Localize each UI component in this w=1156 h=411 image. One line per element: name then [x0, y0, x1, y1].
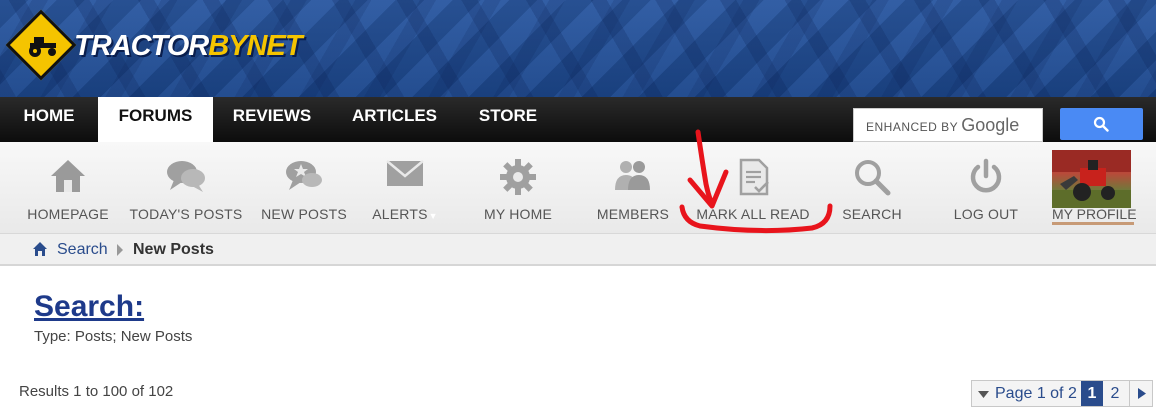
breadcrumb-current: New Posts	[133, 241, 214, 258]
document-check-icon	[739, 158, 769, 196]
site-banner: TRACTORBYNET	[0, 0, 1156, 97]
house-icon	[51, 160, 85, 192]
tool-alerts[interactable]: ALERTS▼	[362, 142, 448, 234]
nav-reviews[interactable]: REVIEWS	[213, 97, 331, 142]
page-number-2[interactable]: 2	[1104, 381, 1126, 406]
magnifier-icon	[855, 160, 891, 196]
users-icon	[615, 161, 650, 190]
triangle-down-icon	[978, 391, 989, 398]
breadcrumb-search-link[interactable]: Search	[57, 241, 108, 259]
breadcrumb: Search New Posts	[0, 234, 1156, 266]
nav-store[interactable]: STORE	[458, 97, 558, 142]
nav-forums[interactable]: FORUMS	[98, 97, 213, 142]
tractor-icon	[29, 37, 56, 57]
search-enhanced-by: ENHANCED BY	[866, 120, 959, 134]
tool-new-posts[interactable]: NEW POSTS	[256, 142, 352, 234]
tractor-photo-icon	[1052, 150, 1131, 208]
tool-my-home[interactable]: MY HOME	[472, 142, 564, 234]
tool-label: ALERTS▼	[372, 206, 438, 222]
tool-log-out[interactable]: LOG OUT	[944, 142, 1028, 234]
search-icon	[1093, 116, 1109, 132]
power-icon	[970, 158, 1002, 193]
tool-label: MEMBERS	[596, 206, 670, 222]
tool-label: MARK ALL READ	[696, 206, 810, 222]
search-button[interactable]	[1060, 108, 1143, 140]
logo-text: TRACTORBYNET	[74, 30, 303, 62]
tool-members[interactable]: MEMBERS	[590, 142, 676, 234]
page-jump-dropdown[interactable]: Page 1 of 2	[972, 381, 1080, 406]
google-brand: Google	[961, 115, 1020, 135]
tool-label: LOG OUT	[953, 206, 1019, 222]
gear-icon	[500, 159, 536, 195]
arrow-separator-icon	[117, 244, 123, 256]
triangle-right-icon	[1138, 388, 1146, 399]
chat-bubbles-icon	[167, 161, 205, 192]
tool-label: HOMEPAGE	[27, 206, 109, 222]
tool-label: MY HOME	[483, 206, 553, 222]
tool-todays-posts[interactable]: TODAY'S POSTS	[126, 142, 246, 234]
profile-avatar[interactable]	[1052, 150, 1131, 208]
tool-mark-all-read[interactable]: MARK ALL READ	[690, 142, 816, 234]
page-label: Page 1 of 2	[995, 385, 1077, 402]
tool-homepage[interactable]: HOMEPAGE	[20, 142, 116, 234]
search-type-text: Type: Posts; New Posts	[34, 328, 193, 345]
tool-search[interactable]: SEARCH	[834, 142, 910, 234]
next-page-button[interactable]	[1129, 381, 1153, 406]
site-logo[interactable]: TRACTORBYNET	[5, 9, 303, 81]
search-input[interactable]: ENHANCED BY Google	[853, 108, 1043, 142]
tool-label: SEARCH	[842, 206, 902, 222]
star-bubble-icon	[286, 161, 322, 190]
tool-label: NEW POSTS	[261, 206, 347, 222]
pagination: Page 1 of 2 1 2	[971, 380, 1153, 407]
results-count: Results 1 to 100 of 102	[19, 383, 174, 400]
forum-toolbar: HOMEPAGE TODAY'S POSTS NEW POSTS ALERTS▼	[0, 142, 1156, 234]
nav-articles[interactable]: ARTICLES	[331, 97, 458, 142]
envelope-icon	[386, 160, 424, 186]
tool-label: TODAY'S POSTS	[129, 206, 243, 222]
chevron-down-icon: ▼	[428, 211, 438, 221]
nav-home[interactable]: HOME	[0, 97, 98, 142]
page-number-current[interactable]: 1	[1081, 381, 1103, 406]
home-icon[interactable]	[33, 242, 47, 256]
page-title[interactable]: Search:	[34, 290, 144, 324]
my-profile-link[interactable]: MY PROFILE	[1052, 206, 1137, 225]
